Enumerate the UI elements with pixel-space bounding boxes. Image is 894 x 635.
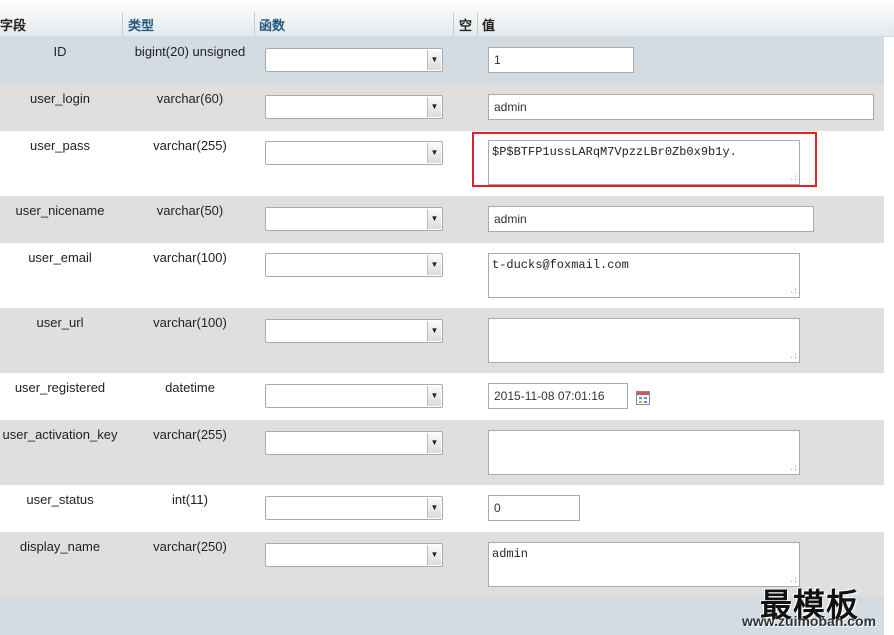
resize-grip-icon[interactable]: .: [789, 465, 798, 473]
value-input[interactable]: admin [488, 206, 814, 232]
header-value: 值 [482, 19, 496, 34]
table-header: 字段 类型 函数 空 值 [0, 0, 894, 37]
value-textarea[interactable]: .: [488, 430, 800, 475]
value-input[interactable]: 1 [488, 47, 634, 73]
function-select[interactable]: ▼ [265, 253, 443, 277]
field-type: int(11) [172, 492, 208, 507]
field-type: varchar(255) [153, 427, 227, 442]
field-name: user_registered [14, 380, 106, 395]
field-name: user_login [30, 91, 90, 106]
field-type: varchar(60) [156, 91, 224, 106]
table-row: user_nicename varchar(50) ▼ admin [0, 196, 884, 243]
field-name: user_activation_key [2, 427, 118, 442]
field-name: user_status [26, 492, 94, 507]
chevron-down-icon: ▼ [427, 386, 441, 406]
field-type: bigint(20) unsigned [134, 44, 246, 59]
field-type: varchar(255) [153, 138, 227, 153]
header-function-link[interactable]: 函数 [259, 15, 285, 34]
value-textarea[interactable]: t-ducks@foxmail.com .: [488, 253, 800, 298]
function-select[interactable]: ▼ [265, 207, 443, 231]
datetime-input[interactable]: 2015-11-08 07:01:16 [488, 383, 628, 409]
field-type: varchar(100) [153, 315, 227, 330]
chevron-down-icon: ▼ [427, 433, 441, 453]
table-row: user_email varchar(100) ▼ t-ducks@foxmai… [0, 243, 884, 308]
function-select[interactable]: ▼ [265, 431, 443, 455]
column-divider [122, 12, 123, 36]
value-input[interactable]: admin [488, 94, 874, 120]
field-name: user_url [36, 315, 84, 330]
field-type: varchar(100) [153, 250, 227, 265]
table-row: user_status int(11) ▼ 0 [0, 485, 884, 532]
calendar-icon[interactable] [636, 391, 650, 405]
header-null: 空 [459, 19, 473, 34]
field-name: ID [53, 44, 67, 59]
table-row: display_name varchar(250) ▼ admin .: [0, 532, 884, 597]
column-divider [453, 12, 454, 36]
value-textarea[interactable]: .: [488, 318, 800, 363]
chevron-down-icon: ▼ [427, 50, 441, 70]
function-select[interactable]: ▼ [265, 141, 443, 165]
header-type-link[interactable]: 类型 [128, 15, 154, 34]
resize-grip-icon[interactable]: .: [789, 288, 798, 296]
chevron-down-icon: ▼ [427, 97, 441, 117]
chevron-down-icon: ▼ [427, 255, 441, 275]
column-divider [477, 12, 478, 36]
resize-grip-icon[interactable]: .: [789, 353, 798, 361]
column-divider [254, 12, 255, 36]
field-name: user_email [28, 250, 92, 265]
table-row: ID bigint(20) unsigned ▼ 1 [0, 37, 884, 84]
function-select[interactable]: ▼ [265, 543, 443, 567]
field-type: varchar(50) [156, 203, 224, 218]
function-select[interactable]: ▼ [265, 319, 443, 343]
chevron-down-icon: ▼ [427, 498, 441, 518]
header-field: 字段 [0, 19, 27, 34]
watermark-url: www.zuimoban.com [742, 613, 877, 629]
chevron-down-icon: ▼ [427, 321, 441, 341]
chevron-down-icon: ▼ [427, 545, 441, 565]
function-select[interactable]: ▼ [265, 48, 443, 72]
chevron-down-icon: ▼ [427, 143, 441, 163]
table-row: user_registered datetime ▼ 2015-11-08 07… [0, 373, 884, 420]
table-row: user_url varchar(100) ▼ .: [0, 308, 884, 373]
password-highlight-box [472, 132, 817, 187]
field-name: user_nicename [15, 203, 105, 218]
field-type: varchar(250) [153, 539, 227, 554]
field-name: user_pass [30, 138, 90, 153]
function-select[interactable]: ▼ [265, 95, 443, 119]
function-select[interactable]: ▼ [265, 384, 443, 408]
function-select[interactable]: ▼ [265, 496, 443, 520]
field-type: datetime [165, 380, 215, 395]
value-input[interactable]: 0 [488, 495, 580, 521]
table-row: user_activation_key varchar(255) ▼ .: [0, 420, 884, 485]
value-textarea[interactable]: admin .: [488, 542, 800, 587]
table-row: user_login varchar(60) ▼ admin [0, 84, 884, 131]
field-name: display_name [19, 539, 101, 554]
chevron-down-icon: ▼ [427, 209, 441, 229]
